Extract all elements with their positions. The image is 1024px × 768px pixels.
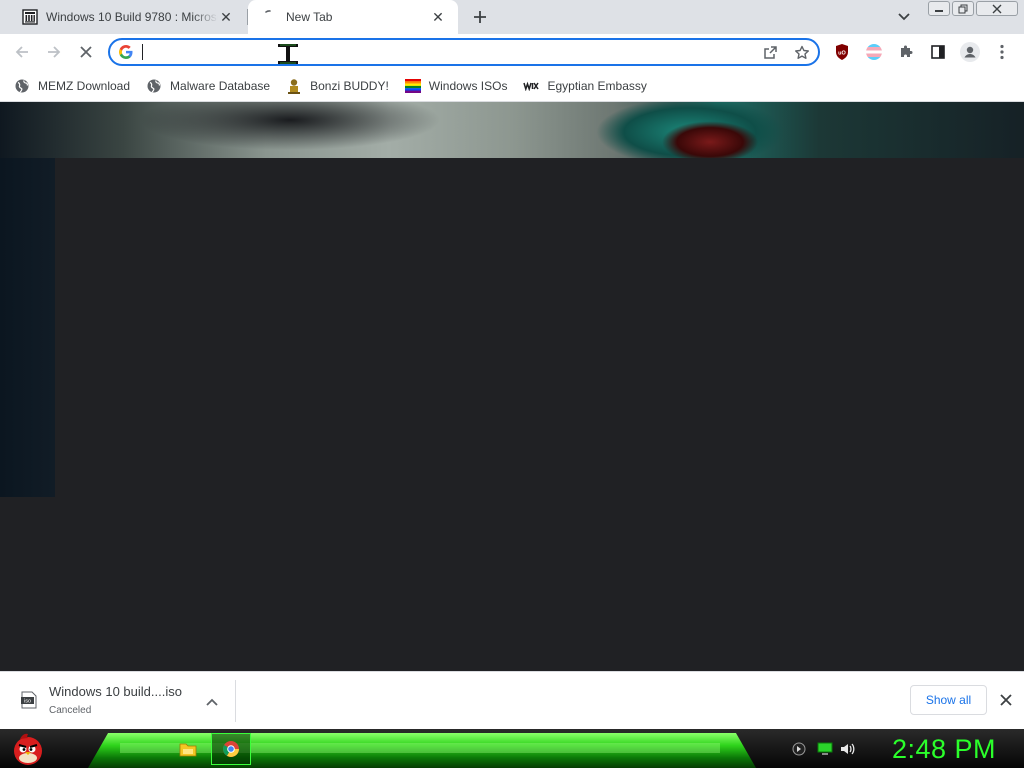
tab-close-icon[interactable]: ✕ (218, 9, 234, 25)
bookmark-bonzi-buddy[interactable]: Bonzi BUDDY! (286, 74, 389, 98)
tab-search-button[interactable] (894, 8, 914, 26)
desktop-wallpaper-strip (0, 102, 1024, 158)
download-shelf: iso Windows 10 build....iso Canceled Sho… (0, 671, 1024, 729)
tab-title: New Tab (286, 10, 333, 24)
folder-icon (179, 743, 197, 757)
side-panel-icon[interactable] (928, 42, 948, 62)
new-tab-button[interactable] (468, 6, 492, 28)
bookmark-label: Windows ISOs (428, 78, 508, 93)
trans-flag-extension-icon[interactable] (864, 42, 884, 62)
bookmark-egyptian-embassy[interactable]: Egyptian Embassy (523, 74, 647, 98)
bookmark-memz-download[interactable]: MEMZ Download (14, 74, 130, 98)
tab-close-icon[interactable]: ✕ (430, 9, 446, 25)
globe-icon (146, 78, 162, 94)
close-icon (80, 46, 92, 58)
text-cursor-icon (278, 44, 298, 64)
download-status: Canceled (49, 705, 92, 716)
plus-icon (474, 11, 486, 23)
tab-new-tab[interactable]: New Tab ✕ (248, 0, 458, 34)
tray-volume-icon[interactable] (840, 741, 856, 757)
profile-avatar-icon[interactable] (960, 42, 980, 62)
extensions-puzzle-icon[interactable] (896, 42, 916, 62)
tray-network-icon[interactable] (817, 741, 833, 757)
address-input[interactable] (140, 42, 740, 62)
tab-strip: Windows 10 Build 9780 : Microsoft ✕ New … (0, 0, 1024, 34)
file-type-label: iso (24, 699, 31, 705)
tab-title: Windows 10 Build 9780 : Microsoft (46, 10, 218, 24)
share-icon[interactable] (760, 44, 780, 62)
chevron-up-icon[interactable] (204, 694, 220, 710)
stop-loading-button[interactable] (72, 38, 100, 66)
bookmark-label: MEMZ Download (38, 78, 131, 93)
taskbar-glow-highlight (120, 743, 720, 753)
bookmark-label: Malware Database (170, 78, 271, 93)
tab-windows-10-build[interactable]: Windows 10 Build 9780 : Microsoft ✕ (8, 0, 246, 34)
ublock-origin-icon[interactable]: uO (832, 42, 852, 62)
chevron-down-icon (898, 13, 910, 21)
bookmarks-bar: MEMZ Download Malware Database Bonzi BUD… (0, 70, 1024, 102)
bookmark-label: Egyptian Embassy (547, 78, 647, 93)
wix-icon (523, 78, 540, 94)
rainbow-flag-icon (404, 78, 421, 94)
minimize-icon (935, 9, 943, 12)
desktop-wallpaper-edge (0, 158, 55, 497)
taskbar: 2:48 PM (0, 729, 1024, 768)
address-bar[interactable] (108, 38, 820, 66)
text-caret (142, 44, 143, 60)
archive-icon (22, 9, 38, 25)
bookmark-star-icon[interactable] (792, 44, 812, 62)
bookmark-malware-database[interactable]: Malware Database (146, 74, 270, 98)
download-filename: Windows 10 build....iso (49, 684, 182, 699)
globe-icon (14, 78, 30, 94)
window-controls (928, 1, 1018, 16)
forward-arrow-icon (48, 46, 61, 58)
svg-text:uO: uO (838, 51, 846, 57)
bookmark-windows-isos[interactable]: Windows ISOs (404, 74, 508, 98)
page-content[interactable] (0, 102, 1024, 671)
restore-button[interactable] (952, 1, 974, 16)
browser-toolbar: uO (0, 34, 1024, 70)
menu-kebab-icon[interactable] (992, 42, 1012, 62)
start-button-angry-bird-icon[interactable] (8, 729, 48, 768)
google-icon (118, 44, 134, 60)
show-all-button[interactable]: Show all (910, 685, 987, 715)
taskbar-clock[interactable]: 2:48 PM (872, 732, 1016, 766)
download-item[interactable]: iso Windows 10 build....iso Canceled (14, 680, 236, 722)
tray-cursor-icon[interactable] (791, 741, 807, 757)
back-arrow-icon (15, 46, 28, 58)
minimize-button[interactable] (928, 1, 950, 16)
bookmark-label: Bonzi BUDDY! (310, 78, 389, 93)
close-shelf-icon[interactable] (996, 690, 1016, 710)
restore-icon (958, 4, 968, 13)
close-icon (992, 4, 1002, 13)
forward-button[interactable] (40, 38, 68, 66)
taskbar-chrome[interactable] (211, 733, 251, 765)
iso-file-icon: iso (20, 690, 38, 710)
window-close-button[interactable] (976, 1, 1018, 16)
chrome-icon (223, 741, 239, 757)
loading-spinner-icon (262, 9, 278, 25)
back-button[interactable] (8, 38, 36, 66)
bonzi-icon (286, 78, 302, 94)
taskbar-file-explorer[interactable] (168, 733, 208, 765)
